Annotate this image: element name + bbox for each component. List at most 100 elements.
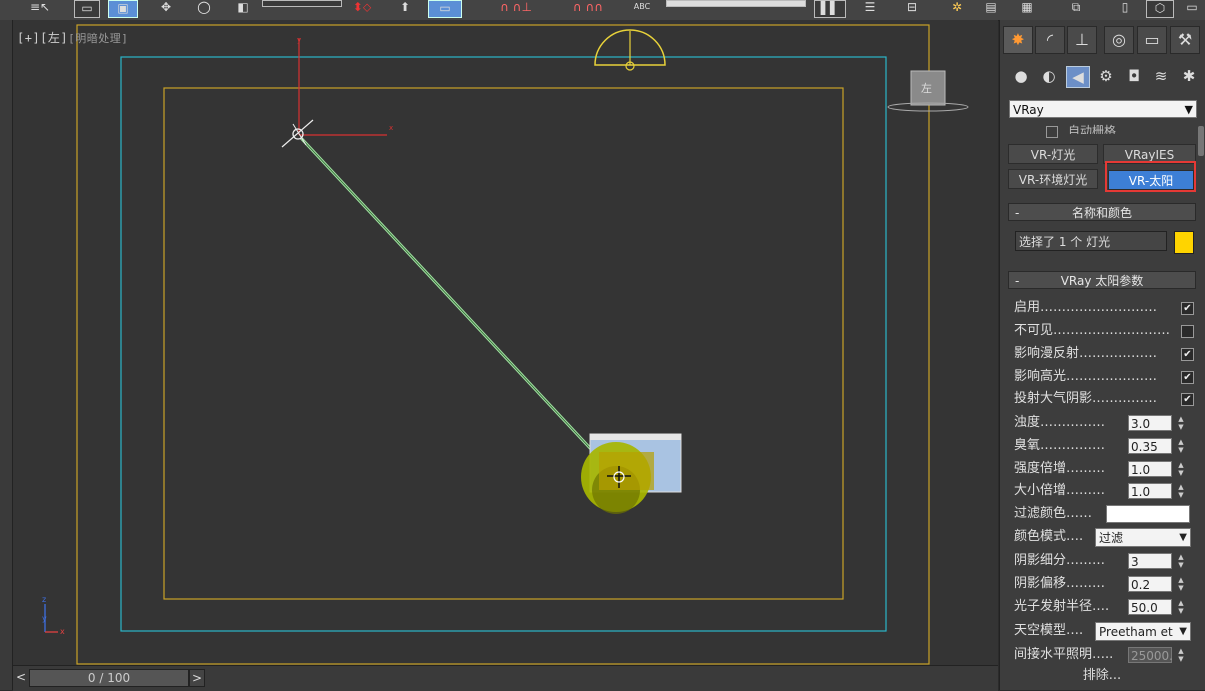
invisible-row: 不可见……………………… xyxy=(1014,321,1204,341)
helpers-icon[interactable]: ◘ xyxy=(1123,66,1145,86)
auto-grid-checkbox[interactable] xyxy=(1046,126,1058,138)
color-mode-dropdown[interactable]: 过滤 ▼ xyxy=(1095,528,1191,547)
spinner-icon[interactable]: ▲ ▼ xyxy=(1176,553,1186,569)
region-select-icon[interactable]: ▭ xyxy=(74,0,100,18)
angle-snap-icon[interactable]: ∩ ∩∩ xyxy=(558,0,618,16)
filter-color-label: 过滤颜色…… xyxy=(1014,506,1093,521)
sky-model-value: Preetham et xyxy=(1099,625,1173,639)
utilities-tab-icon[interactable]: ⚒ xyxy=(1170,26,1200,54)
left-viewport[interactable]: y x 左 z y x xyxy=(13,20,998,665)
reference-coord-dropdown[interactable] xyxy=(262,0,342,7)
mirror-icon[interactable]: ▌▌ xyxy=(814,0,846,18)
spinner-icon[interactable]: ▲ ▼ xyxy=(1176,415,1186,431)
geometry-icon[interactable]: ● xyxy=(1010,66,1032,86)
affect-diffuse-checkbox[interactable]: ✔ xyxy=(1181,348,1194,361)
affect-diffuse-row: 影响漫反射……………… ✔ xyxy=(1014,344,1204,364)
lights-icon[interactable]: ◀ xyxy=(1066,66,1090,88)
category-dropdown[interactable]: VRay ▼ xyxy=(1009,100,1197,118)
affect-specular-checkbox[interactable]: ✔ xyxy=(1181,371,1194,384)
turbidity-label: 浊度…………… xyxy=(1014,415,1106,430)
layer-icon[interactable]: ⊟ xyxy=(900,0,924,16)
intensity-input[interactable]: 1.0 xyxy=(1128,461,1172,477)
vr-light-button[interactable]: VR-灯光 xyxy=(1008,144,1098,164)
render-frame-icon[interactable]: ▯ xyxy=(1114,0,1136,16)
affect-specular-label: 影响高光………………… xyxy=(1014,369,1158,384)
spinner-icon[interactable]: ▲ ▼ xyxy=(1176,576,1186,592)
named-selection-dropdown[interactable] xyxy=(666,0,806,7)
exclude-button[interactable]: 排除... xyxy=(1008,667,1196,685)
tripod-z-label: z xyxy=(42,595,46,604)
select-pointer-icon[interactable]: ≡↖ xyxy=(30,0,50,16)
size-input[interactable]: 1.0 xyxy=(1128,483,1172,499)
timeline-prev-button[interactable]: < xyxy=(15,669,27,685)
collapse-icon: - xyxy=(1015,206,1020,220)
hierarchy-tab-icon[interactable]: ⊥ xyxy=(1067,26,1097,54)
keyboard-shortcut-icon[interactable]: ▭ xyxy=(428,0,462,18)
shapes-icon[interactable]: ◐ xyxy=(1038,66,1060,86)
select-manipulate-icon[interactable]: ⬆ xyxy=(394,0,416,16)
motion-tab-icon[interactable]: ◎ xyxy=(1104,26,1134,54)
schematic-icon[interactable]: ▤ xyxy=(980,0,1002,16)
viewport-canvas: y x 左 z y x xyxy=(42,24,969,665)
cast-atmo-shadow-checkbox[interactable]: ✔ xyxy=(1181,393,1194,406)
time-slider[interactable]: 0 / 100 xyxy=(29,669,189,687)
sky-model-dropdown[interactable]: Preetham et ▼ xyxy=(1095,622,1191,641)
turbidity-input[interactable]: 3.0 xyxy=(1128,415,1172,431)
material-editor-icon[interactable]: ▦ xyxy=(1016,0,1038,16)
object-color-swatch[interactable] xyxy=(1174,231,1194,254)
align-icon[interactable]: ☰ xyxy=(856,0,884,16)
vr-ambient-light-button[interactable]: VR-环境灯光 xyxy=(1008,169,1098,189)
color-mode-value: 过滤 xyxy=(1099,531,1124,545)
spacewarps-icon[interactable]: ≋ xyxy=(1150,66,1172,86)
systems-icon[interactable]: ✱ xyxy=(1178,66,1200,86)
spinner-icon[interactable]: ▲ ▼ xyxy=(1176,461,1186,477)
shadow-subdivs-input[interactable]: 3 xyxy=(1128,553,1172,569)
viewport-label[interactable]: [+][左][明暗处理] xyxy=(17,29,128,46)
render-setup-icon[interactable]: ⧉ xyxy=(1062,0,1090,16)
timeline-next-button[interactable]: > xyxy=(189,669,205,687)
object-name-field[interactable]: 选择了 1 个 灯光 xyxy=(1015,231,1167,251)
intensity-label: 强度倍增……… xyxy=(1014,461,1106,476)
rotate-icon[interactable]: ○ xyxy=(192,0,216,16)
pivot-icon[interactable]: ⬍⬦ xyxy=(348,0,376,16)
viewport-label-view[interactable]: [+][左] xyxy=(17,31,68,45)
name-color-rollout-header[interactable]: - 名称和颜色 xyxy=(1008,203,1196,221)
render-activeshade-icon[interactable]: ▭ xyxy=(1182,0,1202,16)
indirect-horiz-input[interactable]: 25000. xyxy=(1128,647,1173,663)
tripod-y-label: y xyxy=(42,614,47,623)
create-tab-icon[interactable]: ✸ xyxy=(1003,26,1033,54)
display-tab-icon[interactable]: ▭ xyxy=(1137,26,1167,54)
gizmo-y-label: y xyxy=(297,36,301,44)
intensity-row: 强度倍增……… 1.0 ▲ ▼ xyxy=(1014,459,1204,479)
filter-color-swatch[interactable] xyxy=(1106,505,1190,523)
spinner-icon[interactable]: ▲ ▼ xyxy=(1176,483,1186,499)
spinner-icon[interactable]: ▲ ▼ xyxy=(1176,438,1186,454)
safe-frame-action xyxy=(120,56,887,632)
invisible-label: 不可见……………………… xyxy=(1014,323,1171,338)
shadow-subdivs-label: 阴影细分……… xyxy=(1014,553,1106,568)
chevron-down-icon: ▼ xyxy=(1179,626,1187,637)
snap-toggle-icon[interactable]: ∩ ∩⊥ xyxy=(488,0,544,16)
window-crossing-icon[interactable]: ▣ xyxy=(108,0,138,18)
render-icon[interactable]: ⬡ xyxy=(1146,0,1174,18)
safe-frame-outer xyxy=(76,24,930,665)
modify-tab-icon[interactable]: ◜ xyxy=(1035,26,1065,54)
enabled-checkbox[interactable]: ✔ xyxy=(1181,302,1194,315)
ozone-input[interactable]: 0.35 xyxy=(1128,438,1172,454)
shadow-subdivs-row: 阴影细分……… 3 ▲ ▼ xyxy=(1014,551,1204,571)
move-icon[interactable]: ✥ xyxy=(155,0,177,16)
shadow-bias-input[interactable]: 0.2 xyxy=(1128,576,1172,592)
spinner-snap-icon[interactable]: ABC xyxy=(630,0,654,16)
panel-scrollbar[interactable] xyxy=(1198,126,1204,156)
invisible-checkbox[interactable] xyxy=(1181,325,1194,338)
scale-icon[interactable]: ◧ xyxy=(230,0,256,16)
target-object-texture xyxy=(599,452,654,490)
viewport-label-shading[interactable]: [明暗处理] xyxy=(68,32,128,45)
render-light-icon[interactable]: ✲ xyxy=(944,0,970,16)
vray-sun-params-header[interactable]: - VRay 太阳参数 xyxy=(1008,271,1196,289)
cameras-icon[interactable]: ⚙ xyxy=(1095,66,1117,86)
photon-radius-input[interactable]: 50.0 xyxy=(1128,599,1172,615)
spinner-icon[interactable]: ▲ ▼ xyxy=(1176,599,1186,615)
size-label: 大小倍增……… xyxy=(1014,483,1106,498)
spinner-icon[interactable]: ▲ ▼ xyxy=(1176,647,1186,663)
